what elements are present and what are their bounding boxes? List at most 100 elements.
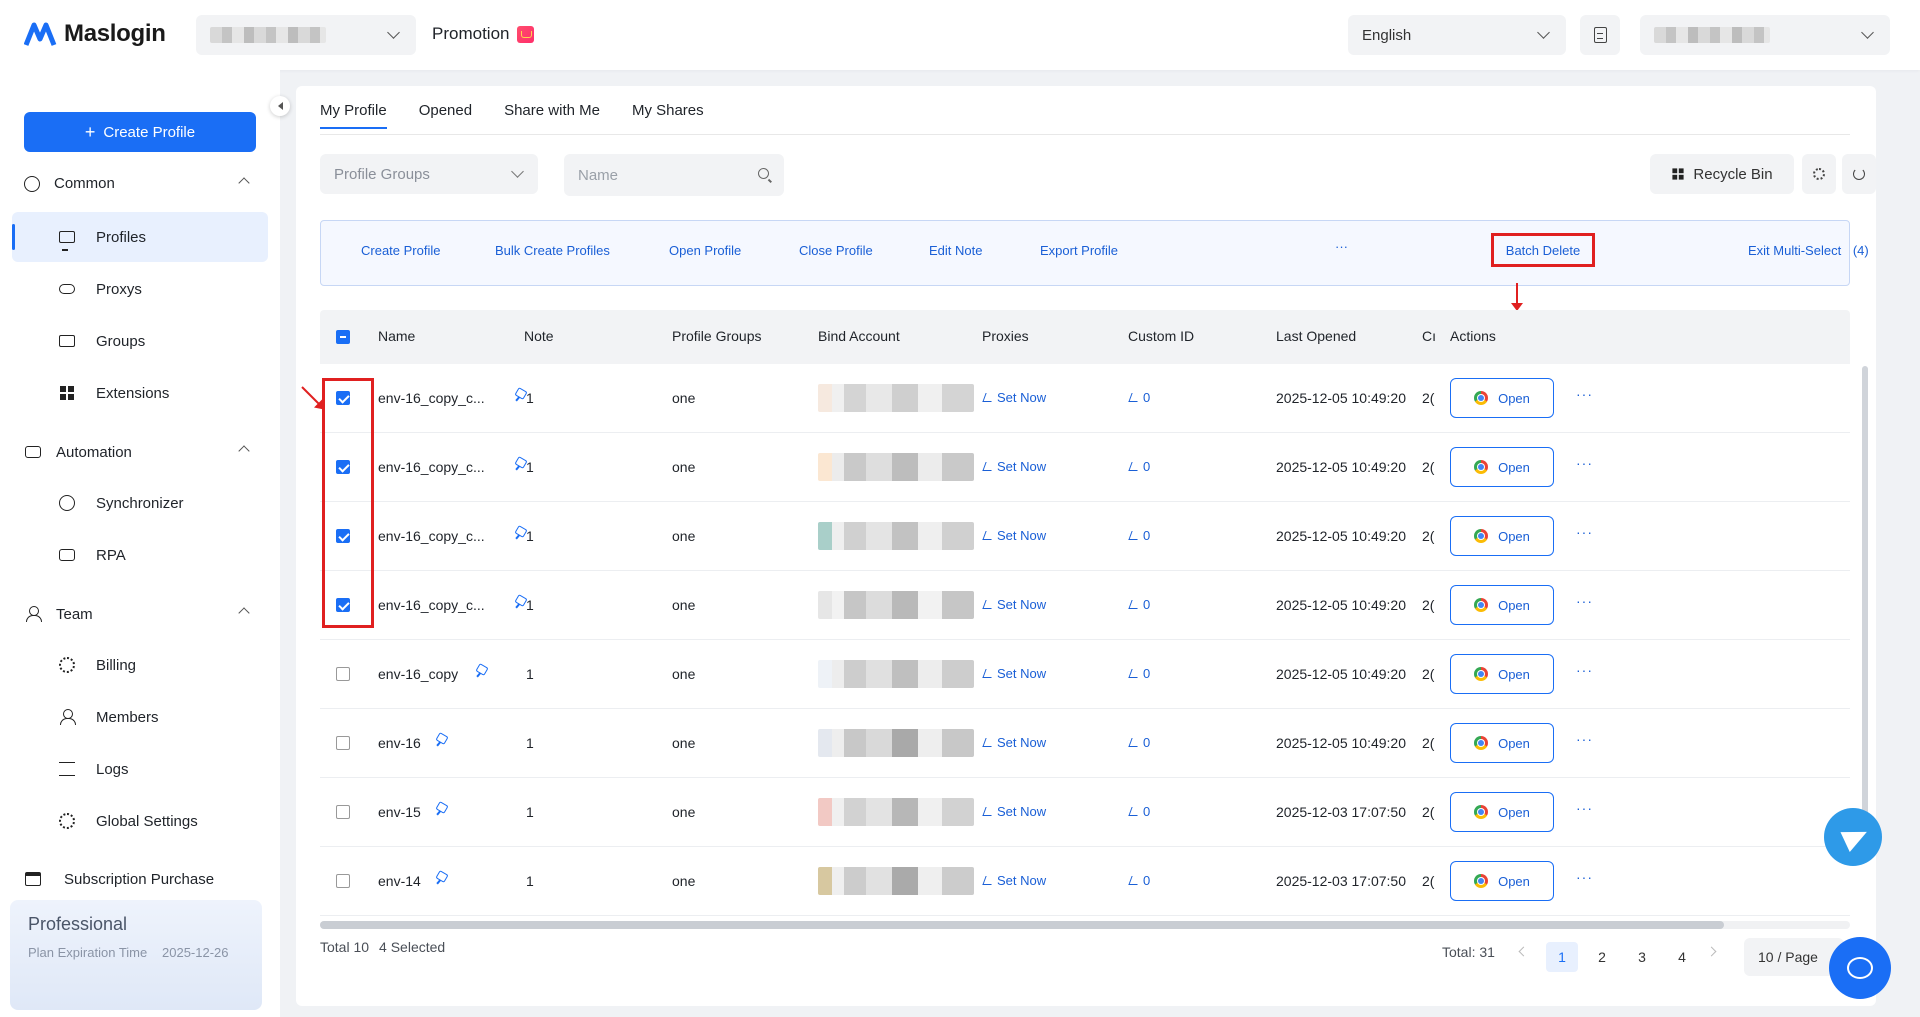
- nav-section-automation[interactable]: Automation: [24, 443, 256, 461]
- page-4[interactable]: 4: [1666, 942, 1698, 972]
- profile-name[interactable]: env-16_copy_c...: [378, 390, 485, 406]
- tab-my-shares[interactable]: My Shares: [632, 102, 704, 129]
- open-profile-button[interactable]: Open: [1450, 861, 1554, 901]
- user-account-select[interactable]: [1640, 15, 1890, 55]
- table-row[interactable]: env-14 1 one Set Now 0 2025-12-03 17:07:…: [320, 847, 1850, 916]
- subscription-purchase-link[interactable]: Subscription Purchase: [24, 870, 256, 888]
- search-icon[interactable]: [758, 168, 769, 179]
- table-row[interactable]: env-16 1 one Set Now 0 2025-12-05 10:49:…: [320, 709, 1850, 778]
- open-profile-button[interactable]: Open: [1450, 378, 1554, 418]
- column-bind-account[interactable]: Bind Account: [818, 328, 900, 344]
- pin-icon[interactable]: [514, 596, 526, 608]
- custom-id-link[interactable]: 0: [1128, 597, 1150, 612]
- page-3[interactable]: 3: [1626, 942, 1658, 972]
- sidebar-item-rpa[interactable]: RPA: [12, 530, 268, 580]
- select-all-checkbox[interactable]: [336, 330, 350, 344]
- custom-id-link[interactable]: 0: [1128, 873, 1150, 888]
- prev-page-icon[interactable]: [1518, 946, 1529, 957]
- vertical-scrollbar[interactable]: [1862, 366, 1868, 824]
- batch-open-profile[interactable]: Open Profile: [669, 243, 741, 258]
- sidebar-item-billing[interactable]: Billing: [12, 640, 268, 690]
- profile-name[interactable]: env-16_copy_c...: [378, 528, 485, 544]
- row-more-button[interactable]: ···: [1576, 524, 1593, 540]
- set-proxy-link[interactable]: Set Now: [982, 459, 1046, 474]
- custom-id-link[interactable]: 0: [1128, 528, 1150, 543]
- sidebar-collapse-button[interactable]: [270, 96, 290, 116]
- row-more-button[interactable]: ···: [1576, 386, 1593, 402]
- tab-opened[interactable]: Opened: [419, 102, 472, 129]
- team-select[interactable]: [196, 15, 416, 55]
- language-select[interactable]: English: [1348, 15, 1566, 55]
- profile-name[interactable]: env-16: [378, 735, 421, 751]
- batch-create-profile[interactable]: Create Profile: [361, 243, 440, 258]
- open-profile-button[interactable]: Open: [1450, 447, 1554, 487]
- batch-close-profile[interactable]: Close Profile: [799, 243, 873, 258]
- table-row[interactable]: env-16_copy_c... 1 one Set Now 0 2025-12…: [320, 571, 1850, 640]
- column-settings-button[interactable]: [1802, 154, 1836, 194]
- tab-share-with-me[interactable]: Share with Me: [504, 102, 600, 129]
- recycle-bin-button[interactable]: Recycle Bin: [1650, 154, 1794, 194]
- table-row[interactable]: env-16_copy_c... 1 one Set Now 0 2025-12…: [320, 502, 1850, 571]
- column-custom-id[interactable]: Custom ID: [1128, 328, 1194, 344]
- row-checkbox[interactable]: [336, 805, 350, 819]
- custom-id-link[interactable]: 0: [1128, 804, 1150, 819]
- profile-name[interactable]: env-16_copy: [378, 666, 458, 682]
- pin-icon[interactable]: [514, 458, 526, 470]
- support-chat-button[interactable]: [1829, 937, 1891, 999]
- custom-id-link[interactable]: 0: [1128, 390, 1150, 405]
- pin-icon[interactable]: [475, 665, 487, 677]
- custom-id-link[interactable]: 0: [1128, 459, 1150, 474]
- set-proxy-link[interactable]: Set Now: [982, 390, 1046, 405]
- sidebar-item-groups[interactable]: Groups: [12, 316, 268, 366]
- batch-export-profile[interactable]: Export Profile: [1040, 243, 1118, 258]
- pin-icon[interactable]: [514, 527, 526, 539]
- next-page-icon[interactable]: [1706, 946, 1717, 957]
- batch-more-button[interactable]: ···: [1335, 239, 1348, 254]
- promotion-link[interactable]: Promotion: [432, 24, 535, 44]
- sidebar-item-members[interactable]: Members: [12, 692, 268, 742]
- tab-my-profile[interactable]: My Profile: [320, 102, 387, 129]
- column-profile-groups[interactable]: Profile Groups: [672, 328, 761, 344]
- sidebar-item-extensions[interactable]: Extensions: [12, 368, 268, 418]
- table-row[interactable]: env-16_copy_c... 1 one Set Now 0 2025-12…: [320, 433, 1850, 502]
- profile-name[interactable]: env-16_copy_c...: [378, 597, 485, 613]
- open-profile-button[interactable]: Open: [1450, 585, 1554, 625]
- row-more-button[interactable]: ···: [1576, 869, 1593, 885]
- set-proxy-link[interactable]: Set Now: [982, 666, 1046, 681]
- row-more-button[interactable]: ···: [1576, 731, 1593, 747]
- sidebar-item-proxys[interactable]: Proxys: [12, 264, 268, 314]
- nav-section-team[interactable]: Team: [24, 605, 256, 623]
- open-profile-button[interactable]: Open: [1450, 516, 1554, 556]
- table-row[interactable]: env-16_copy 1 one Set Now 0 2025-12-05 1…: [320, 640, 1850, 709]
- page-1[interactable]: 1: [1546, 942, 1578, 972]
- pin-icon[interactable]: [514, 389, 526, 401]
- batch-edit-note[interactable]: Edit Note: [929, 243, 982, 258]
- row-more-button[interactable]: ···: [1576, 662, 1593, 678]
- app-logo[interactable]: Maslogin: [24, 20, 166, 48]
- documentation-button[interactable]: [1580, 15, 1620, 55]
- set-proxy-link[interactable]: Set Now: [982, 735, 1046, 750]
- open-profile-button[interactable]: Open: [1450, 723, 1554, 763]
- refresh-button[interactable]: [1842, 154, 1876, 194]
- open-profile-button[interactable]: Open: [1450, 792, 1554, 832]
- profile-name[interactable]: env-16_copy_c...: [378, 459, 485, 475]
- telegram-button[interactable]: [1824, 808, 1882, 866]
- create-profile-button[interactable]: + Create Profile: [24, 112, 256, 152]
- row-more-button[interactable]: ···: [1576, 800, 1593, 816]
- table-row[interactable]: env-16_copy_c... 1 one Set Now 0 2025-12…: [320, 364, 1850, 433]
- row-checkbox[interactable]: [336, 874, 350, 888]
- set-proxy-link[interactable]: Set Now: [982, 528, 1046, 543]
- sidebar-item-logs[interactable]: Logs: [12, 744, 268, 794]
- column-created-truncated[interactable]: Cı: [1422, 328, 1436, 344]
- pin-icon[interactable]: [435, 734, 447, 746]
- horizontal-scrollbar[interactable]: [320, 921, 1724, 929]
- page-2[interactable]: 2: [1586, 942, 1618, 972]
- row-more-button[interactable]: ···: [1576, 593, 1593, 609]
- custom-id-link[interactable]: 0: [1128, 666, 1150, 681]
- name-search-input[interactable]: [564, 154, 784, 196]
- custom-id-link[interactable]: 0: [1128, 735, 1150, 750]
- batch-delete-button[interactable]: Batch Delete: [1491, 233, 1595, 267]
- row-checkbox[interactable]: [336, 667, 350, 681]
- pin-icon[interactable]: [435, 803, 447, 815]
- batch-bulk-create-profiles[interactable]: Bulk Create Profiles: [495, 243, 610, 258]
